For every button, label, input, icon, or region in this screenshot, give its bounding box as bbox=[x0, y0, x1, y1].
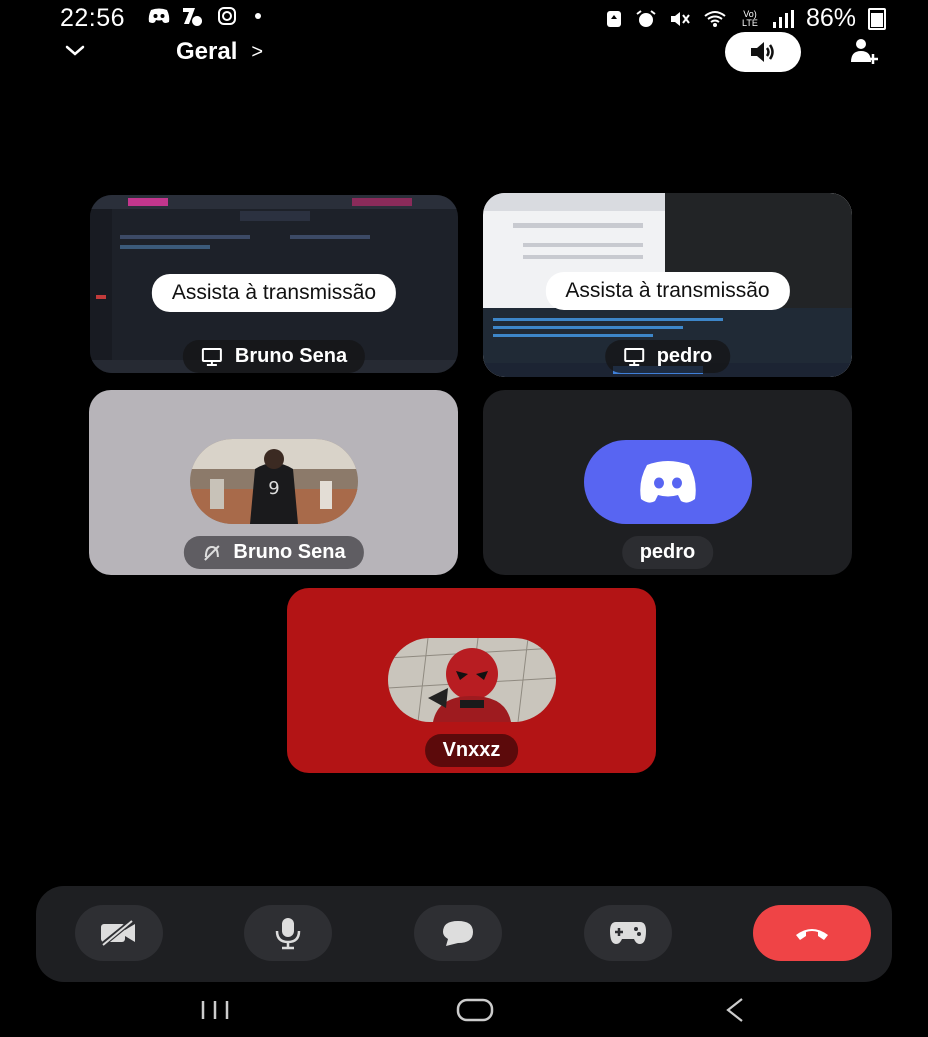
mute-volume-icon bbox=[670, 11, 690, 26]
app-notification-icon bbox=[183, 8, 203, 26]
instagram-icon bbox=[218, 7, 236, 25]
activities-button[interactable] bbox=[584, 905, 672, 961]
participant-tile-vnxxz[interactable]: Vnxxz bbox=[287, 588, 656, 773]
participant-name-tag-vnxxz: Vnxxz bbox=[424, 734, 519, 767]
speaker-icon bbox=[751, 42, 774, 62]
participant-name: Vnxxz bbox=[442, 739, 501, 761]
stream-tile-bruno[interactable]: Assista à transmissão Bruno Sena bbox=[90, 195, 458, 373]
hang-up-button[interactable] bbox=[753, 905, 871, 961]
camera-off-icon bbox=[99, 918, 135, 948]
more-notifications-dot bbox=[255, 13, 261, 19]
participant-name: pedro bbox=[639, 541, 696, 563]
participant-tile-bruno[interactable]: 9 Bruno Sena bbox=[89, 390, 458, 575]
chat-icon bbox=[443, 921, 473, 946]
volte-label: Vo) LTE bbox=[742, 8, 758, 28]
avatar-bruno: 9 bbox=[189, 439, 358, 524]
call-header: Geral > bbox=[0, 32, 928, 74]
channel-title[interactable]: Geral > bbox=[176, 38, 263, 66]
signal-icon bbox=[772, 9, 794, 28]
status-time: 22:56 bbox=[60, 4, 126, 32]
home-icon bbox=[456, 998, 494, 1021]
stream-name-tag-pedro: pedro bbox=[604, 340, 731, 373]
system-icons: Vo) LTE 86% bbox=[605, 4, 886, 33]
participant-name-tag-pedro: pedro bbox=[621, 536, 714, 569]
deafened-icon bbox=[203, 544, 220, 561]
microphone-icon bbox=[275, 918, 301, 950]
stream-tile-pedro[interactable]: Assista à transmissão pedro bbox=[483, 193, 852, 377]
microphone-button[interactable] bbox=[244, 905, 332, 961]
chevron-right-icon: > bbox=[251, 40, 264, 63]
data-saver-icon bbox=[606, 10, 621, 27]
system-nav-bar bbox=[0, 982, 928, 1037]
add-person-icon[interactable] bbox=[848, 36, 880, 68]
avatar-pedro bbox=[583, 440, 752, 524]
home-button[interactable] bbox=[440, 982, 510, 1037]
participant-name-tag-bruno: Bruno Sena bbox=[183, 536, 364, 569]
battery-icon bbox=[868, 7, 886, 30]
notification-icons bbox=[147, 6, 261, 26]
game-controller-icon bbox=[610, 922, 646, 944]
camera-toggle-button[interactable] bbox=[75, 905, 163, 961]
watch-stream-button-pedro[interactable]: Assista à transmissão bbox=[545, 272, 790, 310]
recent-apps-icon bbox=[201, 1000, 229, 1019]
channel-name: Geral bbox=[176, 38, 238, 65]
avatar-vnxxz bbox=[387, 638, 556, 722]
chevron-down-icon[interactable] bbox=[62, 38, 88, 64]
back-button[interactable] bbox=[704, 982, 764, 1037]
recent-apps-button[interactable] bbox=[180, 982, 250, 1037]
alarm-icon bbox=[636, 9, 656, 27]
screen-share-icon bbox=[623, 347, 644, 366]
hang-up-icon bbox=[796, 929, 828, 940]
stream-user-name: pedro bbox=[656, 345, 713, 367]
stream-user-name: Bruno Sena bbox=[234, 345, 348, 367]
stream-name-tag-bruno: Bruno Sena bbox=[182, 340, 366, 373]
back-icon bbox=[726, 997, 743, 1022]
watch-stream-button-bruno[interactable]: Assista à transmissão bbox=[151, 274, 397, 312]
svg-text:9: 9 bbox=[268, 478, 279, 499]
battery-percent: 86% bbox=[805, 4, 856, 32]
chat-button[interactable] bbox=[414, 905, 502, 961]
wifi-icon bbox=[704, 10, 726, 27]
speaker-button[interactable] bbox=[725, 32, 801, 72]
discord-logo-icon bbox=[639, 461, 696, 503]
screen-share-icon bbox=[201, 347, 222, 366]
status-bar: 22:56 Vo) LTE 86% bbox=[0, 0, 928, 34]
participant-name: Bruno Sena bbox=[233, 541, 346, 563]
call-controls bbox=[36, 886, 892, 982]
discord-notification-icon bbox=[148, 8, 170, 23]
participant-tile-pedro[interactable]: pedro bbox=[483, 390, 852, 575]
